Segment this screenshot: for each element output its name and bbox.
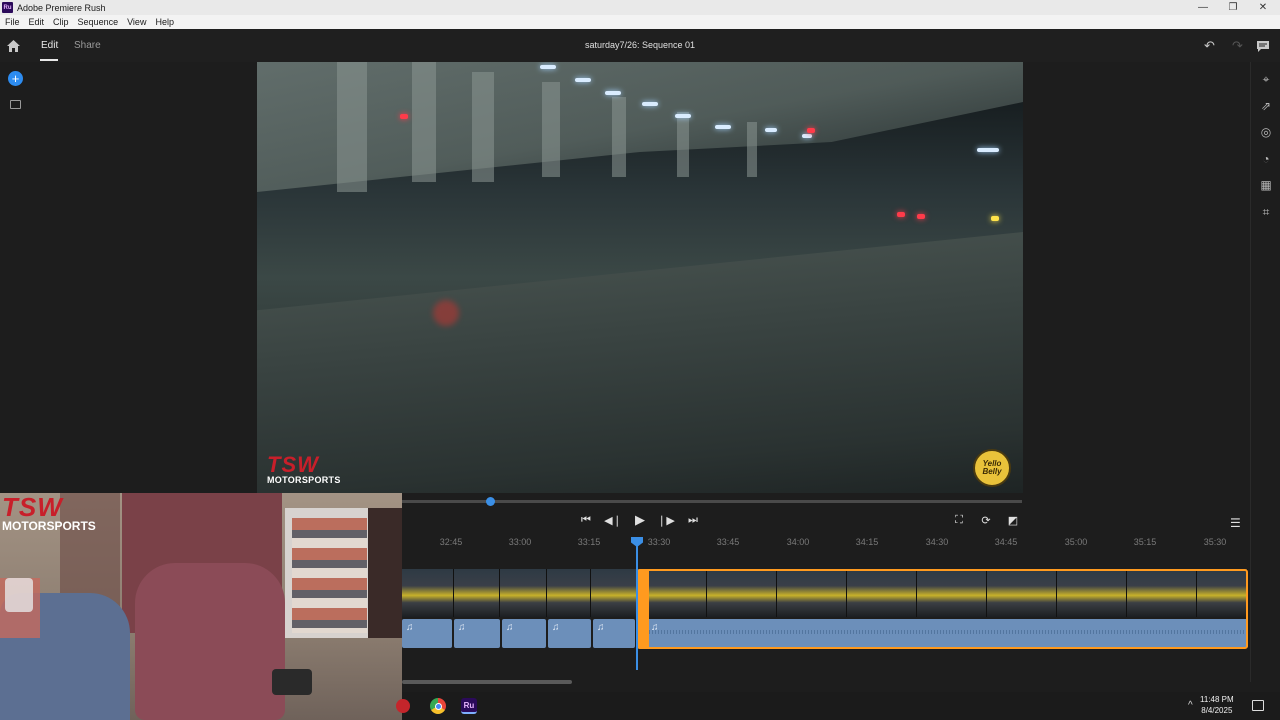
clock-date: 8/4/2025 bbox=[1201, 706, 1233, 715]
video-clip[interactable] bbox=[500, 569, 547, 617]
undo-icon[interactable]: ↶ bbox=[1204, 38, 1215, 54]
chrome-icon[interactable] bbox=[430, 698, 446, 714]
menu-clip[interactable]: Clip bbox=[53, 17, 69, 27]
step-back-icon[interactable]: ◀❘ bbox=[604, 510, 622, 530]
minimize-icon[interactable]: — bbox=[1188, 0, 1218, 15]
playback-controls: ⏮ ◀❘ ▶ ❘▶ ⏭ ⛶ ⟳ ◩ bbox=[402, 510, 1250, 532]
step-forward-icon[interactable]: ❘▶ bbox=[657, 510, 675, 530]
menu-sequence[interactable]: Sequence bbox=[78, 17, 119, 27]
fullscreen-icon[interactable]: ⛶ bbox=[950, 510, 968, 530]
loop-icon[interactable]: ⟳ bbox=[977, 510, 995, 530]
menu-help[interactable]: Help bbox=[155, 17, 174, 27]
playhead-line[interactable] bbox=[636, 540, 638, 670]
video-clip[interactable] bbox=[454, 569, 500, 617]
tab-active-indicator bbox=[40, 59, 58, 61]
right-toolbar: ⌖ ⇗ ◎ ◔ ▦ ⌗ bbox=[1250, 62, 1280, 682]
timeline-ruler[interactable]: 32:45 33:00 33:15 33:30 33:45 34:00 34:1… bbox=[402, 532, 1250, 552]
ruler-tick: 32:45 bbox=[439, 537, 463, 547]
ruler-tick: 34:00 bbox=[786, 537, 810, 547]
clip-selection-outline bbox=[637, 569, 1248, 649]
ruler-tick: 34:30 bbox=[925, 537, 949, 547]
menu-edit[interactable]: Edit bbox=[29, 17, 45, 27]
go-to-end-icon[interactable]: ⏭ bbox=[684, 510, 702, 530]
taskbar-clock[interactable]: 11:48 PM 8/4/2025 bbox=[1200, 694, 1234, 716]
timeline-menu-icon[interactable]: ☰ bbox=[1230, 516, 1241, 530]
record-icon[interactable] bbox=[396, 699, 410, 713]
ruler-tick: 34:45 bbox=[994, 537, 1018, 547]
preview-scrubber-handle[interactable] bbox=[486, 497, 495, 506]
app-header: Edit Share saturday7/26: Sequence 01 ↶ ↷ bbox=[0, 29, 1280, 62]
video-preview[interactable]: TSW MOTORSPORTS Yello Belly bbox=[257, 62, 1023, 493]
ruler-tick: 33:45 bbox=[716, 537, 740, 547]
title-bar: Ru Adobe Premiere Rush — ❐ ✕ bbox=[0, 0, 1280, 15]
audio-clip[interactable]: ♫ bbox=[402, 619, 452, 648]
audio-clip[interactable]: ♫ bbox=[454, 619, 500, 648]
clock-time: 11:48 PM bbox=[1200, 695, 1234, 704]
close-icon[interactable]: ✕ bbox=[1248, 0, 1278, 15]
ruler-tick: 35:30 bbox=[1203, 537, 1227, 547]
app-logo-icon: Ru bbox=[2, 2, 13, 13]
transform-icon[interactable]: ⌗ bbox=[1259, 205, 1273, 219]
video-clip[interactable] bbox=[547, 569, 591, 617]
video-clip[interactable] bbox=[591, 569, 637, 617]
show-hidden-icons-icon[interactable]: ^ bbox=[1188, 700, 1193, 711]
menu-view[interactable]: View bbox=[127, 17, 146, 27]
speed-icon[interactable]: ◔ bbox=[1259, 152, 1273, 166]
audio-clip[interactable]: ♫ bbox=[548, 619, 591, 648]
sequence-title: saturday7/26: Sequence 01 bbox=[584, 40, 696, 50]
transitions-icon[interactable]: ⇗ bbox=[1259, 99, 1273, 113]
taskbar: Ru ^ 11:48 PM 8/4/2025 bbox=[396, 692, 1280, 720]
notifications-icon[interactable] bbox=[1252, 700, 1264, 711]
ruler-tick: 33:30 bbox=[647, 537, 671, 547]
ruler-tick: 33:00 bbox=[508, 537, 532, 547]
tsw-motorsports-watermark: TSW MOTORSPORTS bbox=[267, 452, 341, 486]
ruler-tick: 33:15 bbox=[577, 537, 601, 547]
yello-belly-badge: Yello Belly bbox=[973, 449, 1011, 487]
webcam-overlay: TSW MOTORSPORTS bbox=[0, 493, 402, 720]
comment-icon[interactable] bbox=[1257, 39, 1269, 52]
go-to-start-icon[interactable]: ⏮ bbox=[577, 510, 595, 530]
menu-bar: File Edit Clip Sequence View Help bbox=[0, 15, 1280, 29]
preview-scene-bridge bbox=[257, 62, 1023, 192]
redo-icon[interactable]: ↷ bbox=[1232, 38, 1243, 54]
audio-clip[interactable]: ♫ bbox=[502, 619, 546, 648]
audio-clip[interactable]: ♫ bbox=[593, 619, 635, 648]
play-icon[interactable]: ▶ bbox=[631, 510, 649, 530]
restore-icon[interactable]: ❐ bbox=[1218, 0, 1248, 15]
menu-file[interactable]: File bbox=[5, 17, 20, 27]
ruler-tick: 35:15 bbox=[1133, 537, 1157, 547]
audio-icon[interactable]: ▦ bbox=[1259, 178, 1273, 192]
titles-icon[interactable]: ⌖ bbox=[1259, 72, 1273, 86]
window-title: Adobe Premiere Rush bbox=[17, 2, 106, 13]
preview-scrubber-track[interactable] bbox=[402, 500, 1022, 503]
clip-trim-handle[interactable] bbox=[637, 569, 649, 649]
project-assets-icon[interactable] bbox=[10, 100, 21, 109]
aspect-icon[interactable]: ◩ bbox=[1004, 510, 1022, 530]
preview-scene-road bbox=[257, 232, 1023, 493]
video-clip[interactable] bbox=[402, 569, 454, 617]
ruler-tick: 35:00 bbox=[1064, 537, 1088, 547]
premiere-rush-icon[interactable]: Ru bbox=[461, 698, 477, 714]
ruler-tick: 34:15 bbox=[855, 537, 879, 547]
color-icon[interactable]: ◎ bbox=[1259, 125, 1273, 139]
add-media-icon[interactable]: + bbox=[8, 71, 23, 86]
webcam-tsw-logo: TSW MOTORSPORTS bbox=[2, 493, 96, 533]
left-toolbar: + bbox=[0, 62, 32, 492]
timeline-horizontal-scrollbar[interactable] bbox=[402, 680, 572, 684]
